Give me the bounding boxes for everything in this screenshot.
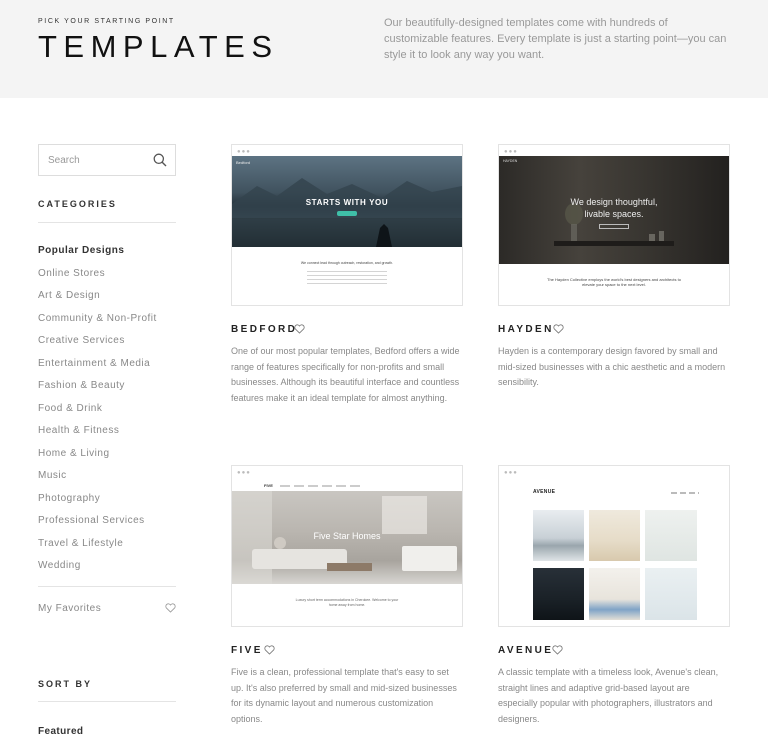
preview-tagline: Luxury short term accommodations in Cher…	[295, 598, 399, 607]
preview-cta-button	[337, 211, 357, 216]
category-list: Popular Designs Online Stores Art & Desi…	[38, 245, 157, 583]
grid-photo	[533, 510, 584, 561]
category-travel-lifestyle[interactable]: Travel & Lifestyle	[38, 538, 157, 561]
preview-logo: Bedford	[236, 160, 251, 165]
preview-hero-image: Bedford STARTS WITH YOU	[232, 156, 462, 247]
heart-outline-icon	[165, 603, 176, 613]
grid-photo	[645, 510, 697, 561]
browser-dots-icon: ●●●	[504, 470, 518, 476]
browser-dots-icon: ●●●	[504, 149, 518, 155]
category-wedding[interactable]: Wedding	[38, 560, 157, 583]
category-food-drink[interactable]: Food & Drink	[38, 403, 157, 426]
preview-hero-image: Five Star Homes	[232, 491, 462, 584]
preview-headline: We design thoughtful, livable spaces.	[570, 197, 658, 219]
grid-photo	[533, 568, 584, 620]
page-header: PICK YOUR STARTING POINT TEMPLATES Our b…	[0, 0, 768, 98]
search-icon[interactable]	[153, 153, 167, 167]
preview-text-lines	[307, 271, 387, 285]
my-favorites-link[interactable]: My Favorites	[38, 603, 176, 614]
template-preview[interactable]: ●●● FIVE Five Star Homes Luxury short te…	[231, 465, 463, 627]
page-title: TEMPLATES	[38, 29, 279, 64]
preview-photo-grid	[533, 510, 697, 620]
category-professional-services[interactable]: Professional Services	[38, 515, 157, 538]
divider	[38, 701, 176, 702]
category-home-living[interactable]: Home & Living	[38, 448, 157, 471]
categories-heading: CATEGORIES	[38, 199, 117, 209]
browser-dots-icon: ●●●	[237, 470, 251, 476]
template-description: Five is a clean, professional template t…	[231, 667, 457, 724]
preview-headline: Five Star Homes	[313, 531, 381, 541]
divider	[38, 222, 176, 223]
category-community-non-profit[interactable]: Community & Non-Profit	[38, 313, 157, 336]
sidebar: CATEGORIES Popular Designs Online Stores…	[38, 144, 176, 737]
heart-outline-icon[interactable]	[552, 645, 563, 655]
heart-outline-icon[interactable]	[294, 324, 305, 334]
my-favorites-label: My Favorites	[38, 603, 102, 614]
category-health-fitness[interactable]: Health & Fitness	[38, 425, 157, 448]
preview-nav	[280, 485, 360, 487]
heart-outline-icon[interactable]	[264, 645, 275, 655]
template-name[interactable]: BEDFORD	[231, 324, 297, 335]
preview-hero-image: HAYDEN We design thoughtful, livable spa…	[499, 156, 729, 264]
template-preview[interactable]: ●●● Bedford STARTS WITH YOU We connect l…	[231, 144, 463, 306]
sort-option-featured[interactable]: Featured	[38, 726, 83, 737]
template-description: A classic template with a timeless look,…	[498, 667, 719, 724]
preview-tagline: We connect lead through outreach, restor…	[300, 261, 394, 265]
preview-nav	[671, 492, 699, 494]
search-box	[38, 144, 176, 176]
grid-photo	[589, 568, 640, 620]
category-creative-services[interactable]: Creative Services	[38, 335, 157, 358]
category-popular-designs[interactable]: Popular Designs	[38, 245, 157, 268]
sort-by-heading: SORT BY	[38, 679, 93, 689]
grid-photo	[589, 510, 640, 561]
template-description: Hayden is a contemporary design favored …	[498, 346, 726, 387]
template-preview[interactable]: ●●● AVENUE	[498, 465, 730, 627]
preview-cta-button	[599, 224, 629, 229]
page-kicker: PICK YOUR STARTING POINT	[38, 18, 175, 25]
template-name[interactable]: AVENUE	[498, 645, 553, 656]
page-description: Our beautifully-designed templates come …	[384, 17, 727, 61]
category-music[interactable]: Music	[38, 470, 157, 493]
heart-outline-icon[interactable]	[553, 324, 564, 334]
category-photography[interactable]: Photography	[38, 493, 157, 516]
template-name[interactable]: FIVE	[231, 645, 263, 656]
preview-tagline: The Hayden Collective employs the world'…	[547, 277, 681, 287]
preview-logo: FIVE	[264, 483, 273, 488]
divider	[38, 586, 176, 587]
browser-dots-icon: ●●●	[237, 149, 251, 155]
preview-headline: STARTS WITH YOU	[305, 198, 389, 207]
category-art-design[interactable]: Art & Design	[38, 290, 157, 313]
template-name[interactable]: HAYDEN	[498, 324, 554, 335]
category-fashion-beauty[interactable]: Fashion & Beauty	[38, 380, 157, 403]
grid-photo	[645, 568, 697, 620]
template-preview[interactable]: ●●● HAYDEN We design thoughtful, livable…	[498, 144, 730, 306]
preview-logo: AVENUE	[533, 489, 556, 495]
category-entertainment-media[interactable]: Entertainment & Media	[38, 358, 157, 381]
template-description: One of our most popular templates, Bedfo…	[231, 346, 460, 403]
category-online-stores[interactable]: Online Stores	[38, 268, 157, 291]
